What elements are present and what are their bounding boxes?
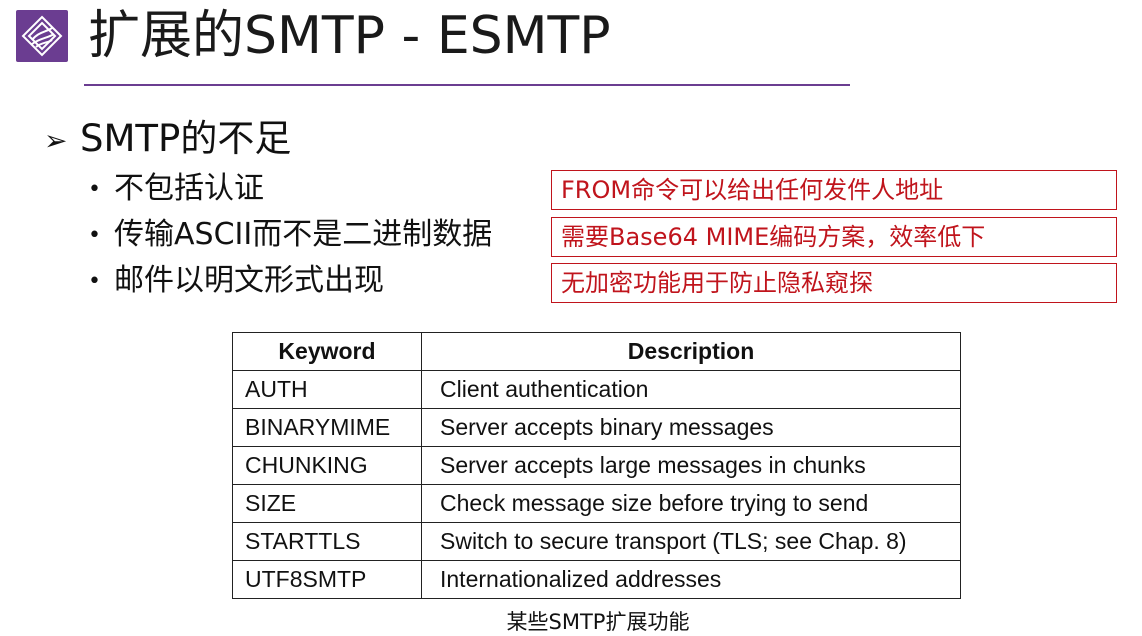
list-item-text: 传输ASCII而不是二进制数据 — [114, 217, 493, 252]
list-item: • 邮件以明文形式出现 — [88, 258, 492, 304]
note-box: 无加密功能用于防止隐私窥探 — [551, 263, 1117, 303]
esmtp-keyword-table: Keyword Description AUTH Client authenti… — [232, 332, 961, 599]
table-header-row: Keyword Description — [232, 332, 961, 371]
table-row: UTF8SMTP Internationalized addresses — [232, 560, 961, 599]
description-cell: Server accepts binary messages — [421, 408, 961, 447]
note-box: 需要Base64 MIME编码方案，效率低下 — [551, 217, 1117, 257]
page-title: 扩展的SMTP - ESMTP — [88, 6, 611, 66]
sub-bullet-list: • 不包括认证 • 传输ASCII而不是二进制数据 • 邮件以明文形式出现 — [88, 166, 492, 304]
keyword-cell: AUTH — [232, 370, 422, 409]
note-box: FROM命令可以给出任何发件人地址 — [551, 170, 1117, 210]
column-header-description: Description — [421, 332, 961, 371]
main-bullet: ➢ SMTP的不足 — [44, 112, 291, 166]
bullet-dot-icon: • — [88, 268, 101, 294]
description-cell: Server accepts large messages in chunks — [421, 446, 961, 485]
table-row: BINARYMIME Server accepts binary message… — [232, 408, 961, 447]
column-header-keyword: Keyword — [232, 332, 422, 371]
list-item-text: 不包括认证 — [114, 171, 264, 206]
description-cell: Check message size before trying to send — [421, 484, 961, 523]
keyword-cell: BINARYMIME — [232, 408, 422, 447]
title-divider — [84, 84, 850, 86]
keyword-cell: STARTTLS — [232, 522, 422, 561]
list-item: • 传输ASCII而不是二进制数据 — [88, 212, 492, 258]
table-row: STARTTLS Switch to secure transport (TLS… — [232, 522, 961, 561]
bullet-dot-icon: • — [88, 222, 101, 248]
bullet-dot-icon: • — [88, 176, 101, 202]
keyword-cell: CHUNKING — [232, 446, 422, 485]
table-row: SIZE Check message size before trying to… — [232, 484, 961, 523]
keyword-cell: SIZE — [232, 484, 422, 523]
main-bullet-text: SMTP的不足 — [80, 117, 292, 160]
description-cell: Switch to secure transport (TLS; see Cha… — [421, 522, 961, 561]
description-cell: Client authentication — [421, 370, 961, 409]
table-caption: 某些SMTP扩展功能 — [506, 610, 690, 634]
table-row: CHUNKING Server accepts large messages i… — [232, 446, 961, 485]
arrow-bullet-icon: ➢ — [44, 123, 68, 157]
table-row: AUTH Client authentication — [232, 370, 961, 409]
list-item-text: 邮件以明文形式出现 — [114, 263, 384, 298]
logo-icon — [16, 10, 68, 62]
description-cell: Internationalized addresses — [421, 560, 961, 599]
keyword-cell: UTF8SMTP — [232, 560, 422, 599]
list-item: • 不包括认证 — [88, 166, 492, 212]
